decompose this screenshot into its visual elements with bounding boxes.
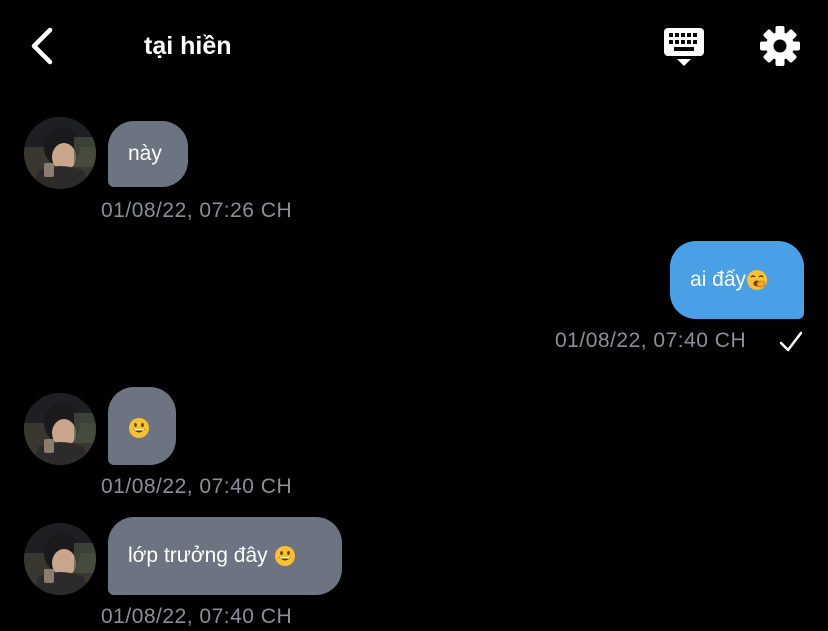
chevron-left-icon: [31, 27, 53, 65]
avatar-photo: [24, 117, 96, 189]
message-timestamp: 01/08/22, 07:40 CH: [101, 475, 293, 498]
message-text: ai đấy: [690, 268, 747, 291]
avatar[interactable]: [24, 523, 96, 595]
grinning-face-emoji-icon: [274, 546, 295, 567]
message-timestamp: 01/08/22, 07:26 CH: [101, 199, 293, 222]
keyboard-button[interactable]: [660, 26, 708, 70]
message-bubble-incoming[interactable]: này: [108, 121, 188, 187]
settings-button[interactable]: [756, 22, 804, 70]
gear-icon: [760, 26, 800, 66]
avatar[interactable]: [24, 117, 96, 189]
avatar[interactable]: [24, 393, 96, 465]
message-bubble-outgoing[interactable]: ai đấy: [670, 241, 804, 319]
chat-header: tại hiền: [0, 0, 828, 90]
message-timestamp: 01/08/22, 07:40 CH: [555, 329, 747, 352]
message-text: lớp trưởng đây: [128, 544, 274, 567]
avatar-photo: [24, 523, 96, 595]
yawning-face-emoji-icon: [747, 270, 768, 291]
message-timestamp: 01/08/22, 07:40 CH: [101, 605, 293, 628]
grinning-face-emoji-icon: [129, 418, 149, 439]
message-bubble-incoming[interactable]: [108, 387, 176, 465]
check-icon: [779, 331, 803, 352]
message-bubble-incoming[interactable]: lớp trưởng đây: [108, 517, 342, 595]
message-text: này: [128, 142, 162, 165]
keyboard-icon: [664, 28, 704, 66]
back-button[interactable]: [24, 24, 64, 68]
avatar-photo: [24, 393, 96, 465]
chat-title: tại hiền: [144, 32, 232, 60]
